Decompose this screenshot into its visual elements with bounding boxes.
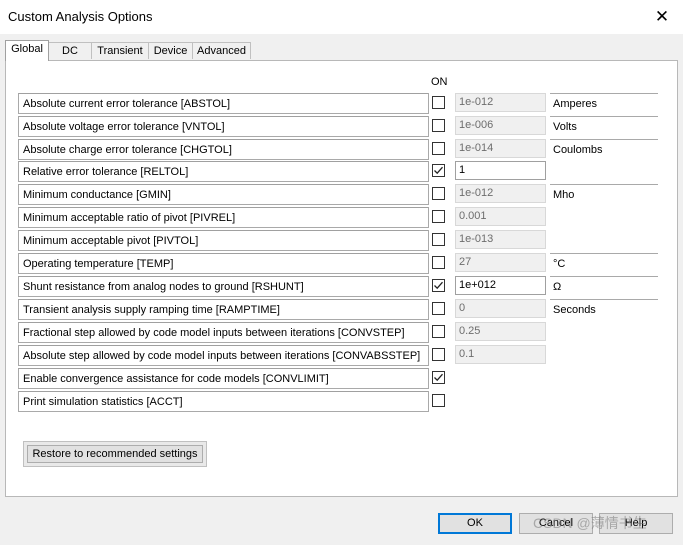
option-row: Relative error tolerance [RELTOL] 1 [18, 161, 658, 183]
row-divider [428, 299, 429, 320]
option-row: Shunt resistance from analog nodes to gr… [18, 276, 658, 298]
option-row: Operating temperature [TEMP] 27 °C [18, 253, 658, 275]
option-row: Minimum acceptable ratio of pivot [PIVRE… [18, 207, 658, 229]
option-row: Minimum acceptable pivot [PIVTOL] 1e-013 [18, 230, 658, 252]
option-label: Operating temperature [TEMP] [18, 253, 428, 274]
value-field[interactable]: 1e-012 [455, 93, 546, 112]
window-title: Custom Analysis Options [8, 9, 153, 24]
tab-transient[interactable]: Transient [91, 42, 149, 59]
option-label: Minimum acceptable ratio of pivot [PIVRE… [18, 207, 428, 228]
option-row: Fractional step allowed by code model in… [18, 322, 658, 344]
value-field[interactable]: 27 [455, 253, 546, 272]
option-row: Absolute voltage error tolerance [VNTOL]… [18, 116, 658, 138]
unit-label: Seconds [550, 299, 658, 320]
row-divider [428, 207, 429, 228]
title-bar: Custom Analysis Options ✕ [0, 0, 683, 34]
close-icon[interactable]: ✕ [651, 6, 673, 28]
value-field[interactable]: 1e-013 [455, 230, 546, 249]
row-divider [428, 253, 429, 274]
unit-label: Amperes [550, 93, 658, 114]
option-label: Absolute voltage error tolerance [VNTOL] [18, 116, 428, 137]
option-label: Transient analysis supply ramping time [… [18, 299, 428, 320]
row-divider [428, 184, 429, 205]
value-field[interactable]: 0.001 [455, 207, 546, 226]
row-divider [428, 139, 429, 160]
option-label: Shunt resistance from analog nodes to gr… [18, 276, 428, 297]
tab-device[interactable]: Device [148, 42, 193, 59]
checkmark-icon [434, 281, 443, 290]
option-row: Print simulation statistics [ACCT] [18, 391, 658, 413]
restore-group: Restore to recommended settings [23, 441, 207, 467]
tab-global[interactable]: Global [5, 40, 49, 61]
value-field[interactable]: 1 [455, 161, 546, 180]
option-row: Absolute step allowed by code model inpu… [18, 345, 658, 367]
row-divider [428, 345, 429, 366]
on-checkbox[interactable] [432, 142, 445, 155]
ok-button[interactable]: OK [438, 513, 512, 534]
row-divider [428, 93, 429, 114]
unit-label: Ω [550, 276, 658, 297]
row-divider [428, 322, 429, 343]
unit-label: Volts [550, 116, 658, 137]
restore-defaults-button[interactable]: Restore to recommended settings [27, 445, 203, 463]
row-divider [428, 116, 429, 137]
value-field[interactable]: 0.1 [455, 345, 546, 364]
unit-label: Coulombs [550, 139, 658, 160]
on-checkbox[interactable] [432, 210, 445, 223]
option-label: Absolute step allowed by code model inpu… [18, 345, 428, 366]
option-row: Transient analysis supply ramping time [… [18, 299, 658, 321]
on-checkbox[interactable] [432, 325, 445, 338]
on-checkbox[interactable] [432, 187, 445, 200]
option-row: Minimum conductance [GMIN] 1e-012 Mho [18, 184, 658, 206]
checkmark-icon [434, 373, 443, 382]
option-row: Enable convergence assistance for code m… [18, 368, 658, 390]
option-label: Print simulation statistics [ACCT] [18, 391, 428, 412]
on-checkbox[interactable] [432, 371, 445, 384]
value-field[interactable]: 1e-006 [455, 116, 546, 135]
unit-label: Mho [550, 184, 658, 205]
option-label: Absolute charge error tolerance [CHGTOL] [18, 139, 428, 160]
value-field[interactable]: 1e+012 [455, 276, 546, 295]
option-label: Absolute current error tolerance [ABSTOL… [18, 93, 428, 114]
value-field[interactable]: 0 [455, 299, 546, 318]
row-divider [428, 391, 429, 412]
row-divider [428, 368, 429, 389]
option-label: Relative error tolerance [RELTOL] [18, 161, 428, 182]
value-field[interactable]: 1e-012 [455, 184, 546, 203]
on-checkbox[interactable] [432, 256, 445, 269]
row-divider [428, 161, 429, 182]
on-column-header: ON [431, 76, 448, 88]
on-checkbox[interactable] [432, 119, 445, 132]
option-row: Absolute current error tolerance [ABSTOL… [18, 93, 658, 115]
unit-label: °C [550, 253, 658, 274]
option-label: Enable convergence assistance for code m… [18, 368, 428, 389]
row-divider [428, 276, 429, 297]
watermark: CSDN @薄情书生 [533, 515, 647, 531]
on-checkbox[interactable] [432, 96, 445, 109]
option-label: Fractional step allowed by code model in… [18, 322, 428, 343]
on-checkbox[interactable] [432, 233, 445, 246]
on-checkbox[interactable] [432, 164, 445, 177]
tab-advanced[interactable]: Advanced [192, 42, 251, 59]
tab-dc[interactable]: DC [48, 42, 92, 59]
row-divider [428, 230, 429, 251]
on-checkbox[interactable] [432, 348, 445, 361]
value-field[interactable]: 1e-014 [455, 139, 546, 158]
on-checkbox[interactable] [432, 394, 445, 407]
on-checkbox[interactable] [432, 279, 445, 292]
checkmark-icon [434, 166, 443, 175]
on-checkbox[interactable] [432, 302, 445, 315]
option-label: Minimum conductance [GMIN] [18, 184, 428, 205]
value-field[interactable]: 0.25 [455, 322, 546, 341]
option-label: Minimum acceptable pivot [PIVTOL] [18, 230, 428, 251]
option-row: Absolute charge error tolerance [CHGTOL]… [18, 139, 658, 161]
